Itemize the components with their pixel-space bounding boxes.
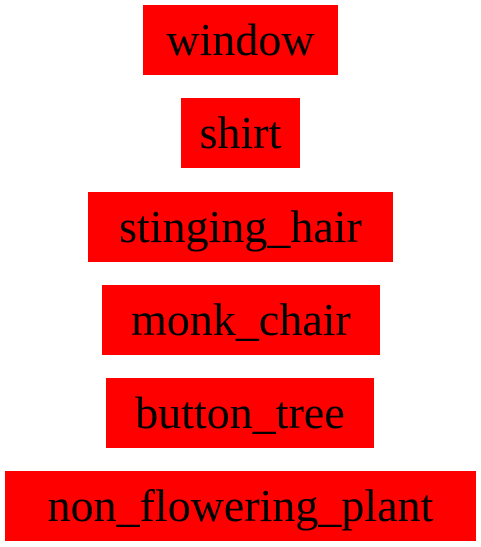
label-non-flowering-plant: non_flowering_plant bbox=[5, 471, 476, 541]
label-shirt: shirt bbox=[181, 98, 300, 168]
label-list: window shirt stinging_hair monk_chair bu… bbox=[0, 0, 481, 547]
label-button-tree: button_tree bbox=[106, 378, 374, 448]
label-monk-chair: monk_chair bbox=[102, 285, 380, 355]
label-window: window bbox=[143, 5, 338, 75]
label-stinging-hair: stinging_hair bbox=[88, 192, 393, 262]
